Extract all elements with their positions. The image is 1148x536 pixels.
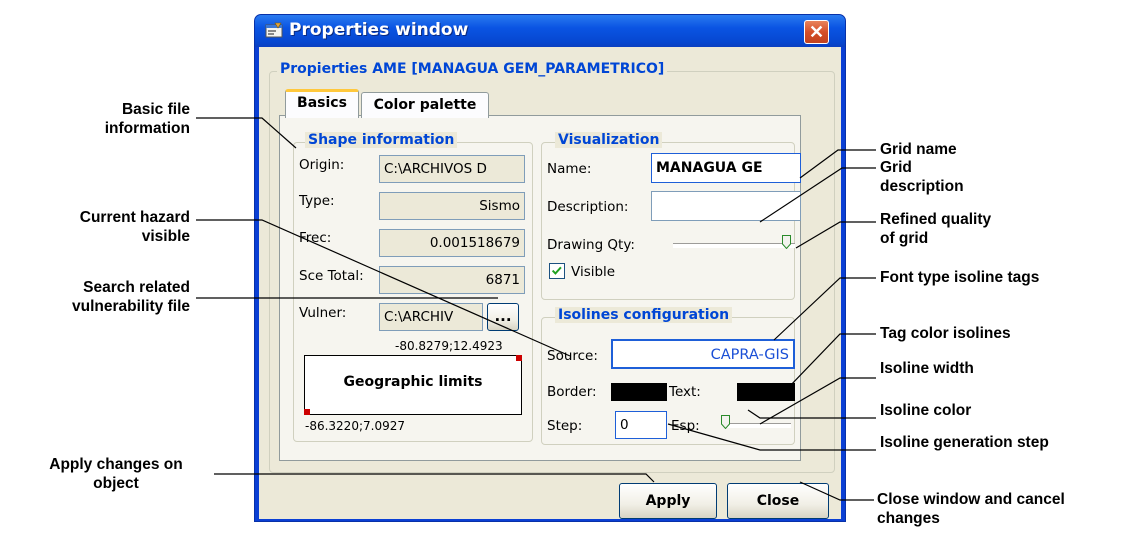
- callout-hazard-visible: Current hazard visible: [79, 209, 190, 245]
- isolines-legend: Isolines configuration: [555, 307, 733, 323]
- source-label: Source:: [547, 348, 598, 364]
- callout-grid-name: Grid name: [880, 141, 957, 158]
- vulner-field: C:\ARCHIV: [379, 303, 483, 331]
- sce-total-label: Sce Total:: [299, 268, 364, 284]
- grid-description-input[interactable]: [651, 191, 801, 221]
- isoline-font-source-input[interactable]: CAPRA-GIS: [611, 339, 795, 369]
- isoline-width-thumb[interactable]: [721, 415, 730, 429]
- type-label: Type:: [299, 193, 335, 209]
- sce-total-field: 6871: [379, 266, 525, 294]
- border-color-swatch[interactable]: [611, 383, 667, 401]
- esp-label: Esp:: [671, 418, 700, 434]
- geographic-limits-label: Geographic limits: [343, 374, 483, 390]
- drawing-qty-thumb[interactable]: [782, 235, 791, 249]
- text-color-swatch[interactable]: [737, 383, 795, 401]
- visible-checkbox[interactable]: [549, 263, 565, 279]
- corner-marker-bottom-left: [304, 409, 310, 415]
- visualization-legend: Visualization: [555, 132, 663, 148]
- tab-color-palette[interactable]: Color palette: [361, 92, 489, 118]
- text-label: Text:: [669, 384, 701, 400]
- origin-label: Origin:: [299, 157, 345, 173]
- callout-search-vulnerability: Search related vulnerability file: [71, 279, 190, 315]
- drawing-qty-label: Drawing Qty:: [547, 237, 635, 253]
- isoline-width-track[interactable]: [725, 423, 791, 428]
- apply-button[interactable]: Apply: [619, 483, 717, 519]
- name-label: Name:: [547, 161, 592, 177]
- corner-marker-top-right: [516, 355, 522, 361]
- check-icon: [551, 266, 562, 275]
- drawing-qty-track[interactable]: [673, 243, 795, 248]
- title-bar[interactable]: Properties window ✕: [255, 15, 845, 47]
- properties-icon: [265, 22, 283, 38]
- coord-bottom-label: -86.3220;7.0927: [305, 419, 405, 433]
- shape-information-legend: Shape information: [305, 132, 458, 148]
- properties-window: Properties window ✕ Propierties AME [MAN…: [254, 14, 846, 522]
- origin-field: C:\ARCHIVOS D: [379, 155, 525, 183]
- callout-font-type: Font type isoline tags: [880, 269, 1040, 286]
- properties-group-title: Propierties AME [MANAGUA GEM_PARAMETRICO…: [277, 61, 668, 77]
- close-button[interactable]: Close: [727, 483, 829, 519]
- browse-vulnerability-button[interactable]: ...: [487, 303, 519, 331]
- type-field: Sismo: [379, 192, 525, 220]
- callout-tag-color: Tag color isolines: [880, 325, 1011, 342]
- callout-isoline-step: Isoline generation step: [880, 434, 1049, 451]
- window-client: Propierties AME [MANAGUA GEM_PARAMETRICO…: [259, 47, 841, 519]
- callout-grid-description: Grid description: [880, 159, 964, 195]
- frec-field: 0.001518679: [379, 229, 525, 257]
- step-label: Step:: [547, 418, 583, 434]
- border-label: Border:: [547, 384, 597, 400]
- callout-refined-quality: Refined quality of grid: [880, 211, 992, 247]
- frec-label: Frec:: [299, 230, 332, 246]
- step-input[interactable]: 0: [615, 411, 667, 439]
- coord-top-label: -80.8279;12.4923: [395, 339, 503, 353]
- callout-isoline-color: Isoline color: [880, 402, 972, 419]
- callout-apply-changes: Apply changes on object: [49, 456, 183, 492]
- vulner-label: Vulner:: [299, 305, 347, 321]
- callout-basic-file-info: Basic file information: [104, 101, 190, 137]
- grid-name-input[interactable]: MANAGUA GE: [651, 153, 801, 183]
- description-label: Description:: [547, 199, 629, 215]
- callout-isoline-width: Isoline width: [880, 360, 974, 377]
- window-close-button[interactable]: ✕: [804, 20, 829, 44]
- callout-close-window: Close window and cancel changes: [877, 491, 1065, 527]
- tab-basics[interactable]: Basics: [285, 89, 359, 118]
- visible-label: Visible: [571, 264, 616, 280]
- geographic-limits-box: Geographic limits: [304, 355, 522, 415]
- window-title: Properties window: [289, 20, 469, 40]
